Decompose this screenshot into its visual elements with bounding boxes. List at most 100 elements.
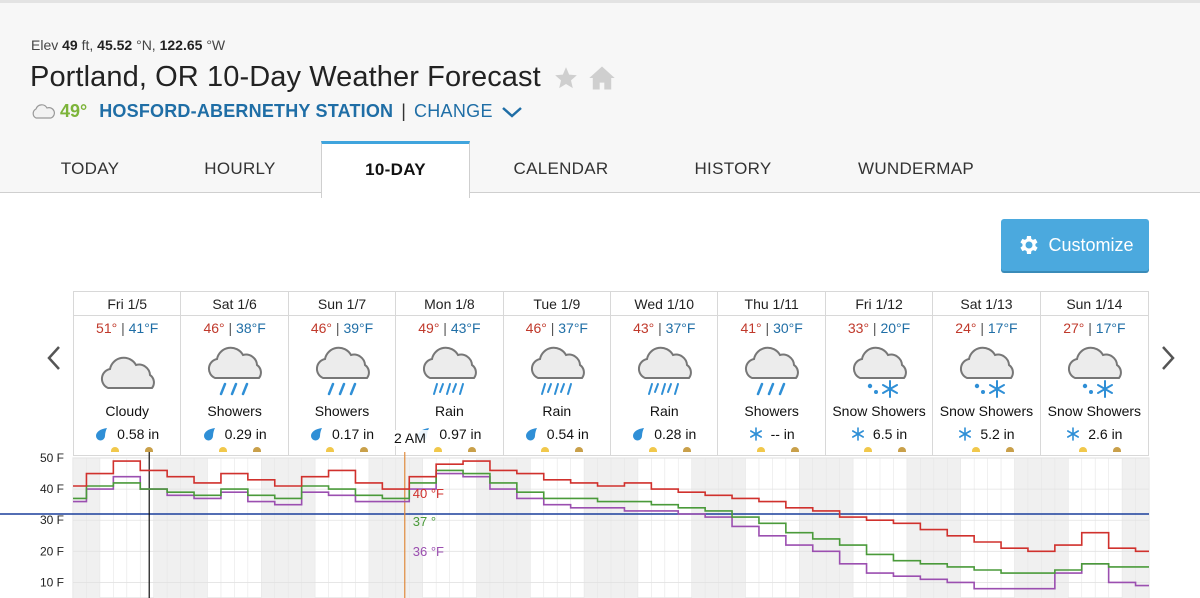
temp-divider: | (439, 320, 451, 336)
low-temp: 37°F (558, 320, 588, 336)
snow-showers-icon (1067, 346, 1122, 398)
customize-button[interactable]: Customize (1001, 219, 1149, 271)
day-card[interactable]: Tue 1/9 46° | 37°F Rain 0.54 in (503, 292, 612, 455)
day-card[interactable]: Fri 1/5 51° | 41°F Cloudy 0.58 in (74, 292, 182, 455)
change-station-button[interactable]: CHANGE (414, 101, 493, 122)
page-title: Portland, OR 10-Day Weather Forecast (30, 61, 541, 93)
day-card[interactable]: Sun 1/14 27° | 17°F Snow Showers 2.6 in (1040, 292, 1149, 455)
chevron-down-icon[interactable] (501, 105, 523, 119)
day-card[interactable]: Wed 1/10 43° | 37°F Rain 0.28 in (611, 292, 719, 455)
tab-10-day[interactable]: 10-DAY (321, 141, 470, 198)
day-temps: 46° | 39°F (289, 320, 395, 336)
day-temps: 51° | 41°F (74, 320, 180, 336)
precip-value: 0.17 in (331, 426, 375, 442)
day-name: Sun 1/7 (288, 292, 396, 316)
raindrop-icon (203, 428, 215, 441)
precip-amount: 0.17 in (289, 426, 395, 442)
condition-label: Showers (744, 403, 799, 419)
day-temps: 46° | 38°F (181, 320, 287, 336)
temp-divider: | (654, 320, 666, 336)
location-meta: Elev 49 ft, 45.52 °N, 122.65 °W (31, 37, 225, 53)
day-name: Fri 1/5 (74, 292, 181, 316)
temp-divider: | (1084, 320, 1096, 336)
day-temps: 49° | 43°F (396, 320, 502, 336)
day-name: Tue 1/9 (503, 292, 611, 316)
day-card[interactable]: Sun 1/7 46° | 39°F Showers 0.17 in (288, 292, 397, 455)
tooltip-time: 2 AM (392, 430, 428, 446)
low-temp: 39°F (343, 320, 374, 336)
day-name: Sun 1/14 (1040, 292, 1149, 316)
high-temp: 33° (847, 320, 870, 336)
y-tick-label: 30 F (40, 513, 64, 527)
day-name: Mon 1/8 (396, 292, 503, 316)
day-name: Wed 1/10 (611, 292, 718, 316)
current-temperature: 49° (60, 101, 88, 121)
showers-icon (208, 346, 263, 396)
precip-amount: 0.28 in (611, 426, 717, 442)
day-card[interactable]: Sat 1/13 24° | 17°F Snow Showers 5.2 in (933, 292, 1041, 455)
day-card[interactable]: Sat 1/6 46° | 38°F Showers 0.29 in (181, 292, 289, 455)
temp-divider: | (117, 320, 129, 336)
day-card[interactable]: Thu 1/11 41° | 30°F Showers -- in (718, 292, 826, 455)
rain-icon (530, 346, 585, 395)
low-temp: 41°F (128, 320, 159, 336)
condition-label: Rain (649, 403, 679, 419)
low-temp: 38°F (236, 320, 266, 336)
precip-value: 0.29 in (224, 426, 267, 442)
favorite-star-icon[interactable] (553, 65, 579, 91)
high-temp: 46° (203, 320, 225, 336)
tab-wundermap[interactable]: WUNDERMAP (840, 141, 992, 197)
separator: | (401, 101, 406, 121)
high-temp: 41° (740, 320, 762, 336)
snowflake-icon (1067, 427, 1080, 441)
station-row: 49° HOSFORD-ABERNETHY STATION | CHANGE (30, 101, 523, 122)
tab-history[interactable]: HISTORY (668, 141, 798, 197)
high-temp: 43° (633, 320, 655, 336)
temp-divider: | (869, 320, 881, 336)
raindrop-icon (310, 428, 322, 441)
day-card[interactable]: Fri 1/12 33° | 20°F Snow Showers 6.5 in (825, 292, 934, 455)
precip-value: 6.5 in (872, 426, 908, 442)
next-arrow-icon[interactable] (1158, 343, 1178, 373)
precip-amount: 0.58 in (74, 426, 180, 442)
y-tick-label: 20 F (40, 544, 64, 558)
elev-value: 49 (62, 37, 78, 53)
rain-icon (638, 346, 692, 395)
day-temps: 27° | 17°F (1041, 320, 1148, 336)
elev-unit: ft, (81, 37, 94, 53)
temp-divider: | (224, 320, 237, 336)
tab-today[interactable]: TODAY (28, 141, 152, 197)
temp-divider: | (546, 320, 559, 336)
temp-divider: | (332, 320, 344, 336)
day-name: Sat 1/6 (181, 292, 288, 316)
elev-label: Elev (31, 37, 59, 53)
precip-amount: 0.29 in (181, 426, 287, 442)
station-name-link[interactable]: HOSFORD-ABERNETHY STATION (99, 101, 393, 122)
y-tick-label: 50 F (40, 452, 64, 465)
longitude-unit: °W (206, 37, 226, 53)
previous-arrow-icon[interactable] (44, 343, 64, 373)
day-name: Fri 1/12 (825, 292, 933, 316)
snowflake-icon (959, 427, 972, 441)
condition-label: Rain (542, 403, 572, 419)
temp-divider: | (761, 320, 774, 336)
temperature-chart[interactable]: 50 F 40 F 30 F 20 F 10 F 40 °F 37 ° 36 °F (0, 452, 1200, 598)
precip-value: 0.54 in (546, 426, 589, 442)
precip-amount: 0.54 in (504, 426, 610, 442)
latitude-unit: °N, (136, 37, 156, 53)
tab-calendar[interactable]: CALENDAR (495, 141, 627, 197)
high-temp: 49° (418, 320, 440, 336)
tooltip-feels-like: 36 °F (413, 544, 444, 559)
tab-hourly[interactable]: HOURLY (178, 141, 302, 197)
precip-value: 0.97 in (439, 426, 482, 442)
day-temps: 46° | 37°F (504, 320, 610, 336)
cloud-icon (32, 103, 55, 119)
day-temps: 43° | 37°F (611, 320, 717, 336)
y-tick-label: 10 F (40, 575, 64, 589)
rain-icon (423, 346, 478, 395)
low-temp: 17°F (1095, 320, 1126, 336)
cloudy-icon (100, 356, 155, 389)
home-icon[interactable] (587, 64, 617, 92)
low-temp: 43°F (450, 320, 481, 336)
tooltip-dew-point: 37 ° (413, 514, 436, 529)
